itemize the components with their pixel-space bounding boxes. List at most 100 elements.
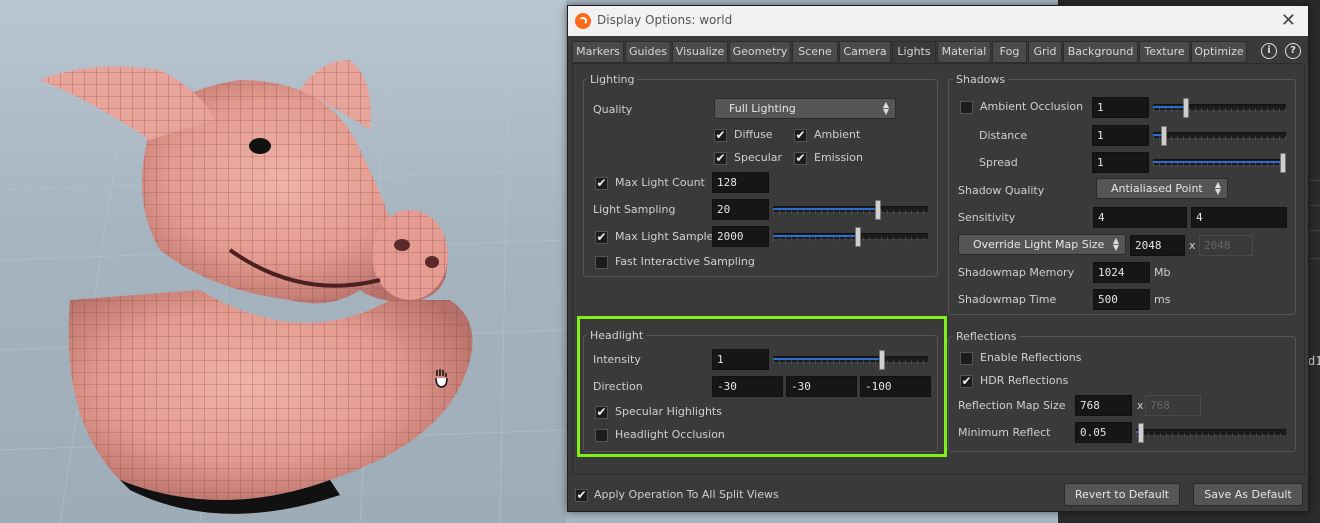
updown-arrow-icon: ▲ ▼ xyxy=(882,100,889,116)
help-icon[interactable]: ? xyxy=(1285,43,1301,59)
light-map-size-b-field: 2048 xyxy=(1199,235,1253,256)
apply-all-label: Apply Operation To All Split Views xyxy=(594,488,779,501)
tab-visualize[interactable]: Visualize xyxy=(672,41,728,63)
info-icon[interactable]: i xyxy=(1261,43,1277,59)
revert-to-default-button[interactable]: Revert to Default xyxy=(1064,483,1180,506)
max-light-samples-checkbox[interactable]: ✔ xyxy=(595,231,608,244)
reflection-map-size-b-field: 768 xyxy=(1145,395,1201,416)
diffuse-checkbox[interactable]: ✔ xyxy=(714,129,727,142)
shadowmap-time-field[interactable]: 500 xyxy=(1093,289,1150,310)
max-light-samples-label: Max Light Samples xyxy=(615,230,720,243)
side-text: d1 xyxy=(1308,354,1320,368)
viewport[interactable] xyxy=(0,0,566,523)
fast-interactive-checkbox[interactable] xyxy=(595,256,608,269)
light-sampling-slider[interactable] xyxy=(773,200,928,220)
slider-handle[interactable] xyxy=(1137,423,1144,443)
shadow-quality-value: Antialiased Point xyxy=(1111,182,1203,195)
tab-texture[interactable]: Texture xyxy=(1139,41,1190,63)
slider-handle[interactable] xyxy=(875,200,882,220)
close-icon[interactable]: ✕ xyxy=(1281,10,1296,31)
updown-arrow-icon: ▲ ▼ xyxy=(1112,236,1119,252)
distance-label: Distance xyxy=(979,129,1028,142)
tab-markers[interactable]: Markers xyxy=(572,41,624,63)
light-map-size-a-field[interactable]: 2048 xyxy=(1130,235,1185,256)
shadow-quality-label: Shadow Quality xyxy=(958,184,1045,197)
updown-arrow-icon: ▲ ▼ xyxy=(1214,180,1221,196)
max-light-samples-field[interactable]: 2000 xyxy=(712,226,769,247)
shadow-quality-dropdown[interactable]: Antialiased Point ▲ ▼ xyxy=(1096,178,1228,199)
emission-label: Emission xyxy=(814,151,863,164)
sensitivity-a-field[interactable]: 4 xyxy=(1093,207,1187,228)
title-bar[interactable]: Display Options: world ✕ xyxy=(568,6,1308,36)
ambient-occlusion-slider[interactable] xyxy=(1153,98,1286,118)
slider-handle[interactable] xyxy=(855,227,862,247)
specular-label: Specular xyxy=(734,151,783,164)
ambient-occlusion-checkbox[interactable] xyxy=(960,101,973,114)
slider-handle[interactable] xyxy=(1183,98,1190,118)
slider-fill xyxy=(1153,161,1284,163)
diffuse-label: Diffuse xyxy=(734,128,773,141)
specular-checkbox[interactable]: ✔ xyxy=(714,152,727,165)
spread-slider[interactable] xyxy=(1153,153,1286,173)
emission-checkbox[interactable]: ✔ xyxy=(794,152,807,165)
spread-field[interactable]: 1 xyxy=(1092,152,1149,173)
reflection-map-size-label: Reflection Map Size xyxy=(958,399,1066,412)
reflection-map-size-a-field[interactable]: 768 xyxy=(1075,395,1132,416)
minimum-reflect-slider[interactable] xyxy=(1136,423,1286,443)
quality-value: Full Lighting xyxy=(729,102,796,115)
override-label: Override Light Map Size xyxy=(973,238,1105,251)
hdr-reflections-checkbox[interactable]: ✔ xyxy=(960,375,973,388)
tab-grid[interactable]: Grid xyxy=(1028,41,1062,63)
shadowmap-memory-label: Shadowmap Memory xyxy=(958,266,1075,279)
slider-fill xyxy=(1153,106,1185,108)
headlight-highlight-box xyxy=(577,316,947,457)
tab-lights[interactable]: Lights xyxy=(892,41,936,64)
ambient-occlusion-label: Ambient Occlusion xyxy=(980,100,1084,113)
max-light-count-field[interactable]: 128 xyxy=(712,172,769,193)
slider-handle[interactable] xyxy=(1160,126,1167,146)
fast-interactive-label: Fast Interactive Sampling xyxy=(615,255,755,268)
slider-ticks xyxy=(1153,108,1286,112)
ambient-checkbox[interactable]: ✔ xyxy=(794,129,807,142)
tab-guides[interactable]: Guides xyxy=(625,41,671,63)
tab-optimize[interactable]: Optimize xyxy=(1191,41,1247,63)
slider-handle[interactable] xyxy=(1280,153,1286,173)
tab-camera[interactable]: Camera xyxy=(839,41,891,63)
slider-fill xyxy=(773,208,877,210)
distance-slider[interactable] xyxy=(1153,126,1286,146)
houdini-logo-icon xyxy=(575,13,591,29)
slider-ticks xyxy=(773,210,928,214)
window-title: Display Options: world xyxy=(597,13,733,27)
reflection-map-size-x-label: x xyxy=(1137,399,1144,412)
shadowmap-memory-field[interactable]: 1024 xyxy=(1093,262,1150,283)
slider-ticks xyxy=(773,237,928,241)
enable-reflections-checkbox[interactable] xyxy=(960,352,973,365)
light-sampling-field[interactable]: 20 xyxy=(712,199,769,220)
lighting-title: Lighting xyxy=(587,73,638,86)
tab-material[interactable]: Material xyxy=(937,41,991,63)
sensitivity-label: Sensitivity xyxy=(958,211,1016,224)
slider-ticks xyxy=(1153,136,1286,140)
slider-ticks xyxy=(1136,433,1286,437)
tab-geometry[interactable]: Geometry xyxy=(729,41,791,63)
quality-dropdown[interactable]: Full Lighting ▲ ▼ xyxy=(714,98,896,119)
slider-fill xyxy=(773,235,857,237)
apply-all-checkbox[interactable]: ✔ xyxy=(575,489,588,502)
max-light-samples-slider[interactable] xyxy=(773,227,928,247)
minimum-reflect-field[interactable]: 0.05 xyxy=(1075,422,1132,443)
spread-label: Spread xyxy=(979,156,1018,169)
ambient-occlusion-field[interactable]: 1 xyxy=(1092,97,1149,118)
minimum-reflect-label: Minimum Reflect xyxy=(958,426,1051,439)
ambient-label: Ambient xyxy=(814,128,861,141)
shadowmap-memory-unit: Mb xyxy=(1154,266,1171,279)
distance-field[interactable]: 1 xyxy=(1092,125,1149,146)
pig-head-model xyxy=(40,60,473,514)
save-as-default-button[interactable]: Save As Default xyxy=(1193,483,1303,506)
max-light-count-checkbox[interactable]: ✔ xyxy=(595,177,608,190)
tab-background[interactable]: Background xyxy=(1063,41,1138,63)
tab-fog[interactable]: Fog xyxy=(992,41,1027,63)
override-light-map-size-button[interactable]: Override Light Map Size ▲ ▼ xyxy=(958,234,1126,255)
map-size-x-label: x xyxy=(1189,239,1196,252)
tab-scene[interactable]: Scene xyxy=(792,41,838,63)
sensitivity-b-field[interactable]: 4 xyxy=(1191,207,1287,228)
